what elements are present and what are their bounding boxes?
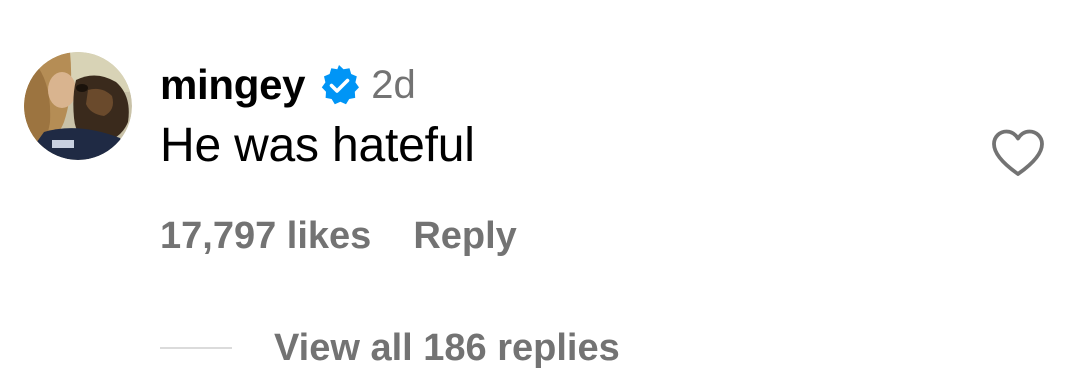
timestamp[interactable]: 2d (371, 63, 416, 108)
likes-count-link[interactable]: 17,797 likes (160, 215, 371, 258)
verified-badge-icon (317, 63, 361, 107)
comment-meta: 17,797 likes Reply (160, 212, 517, 260)
view-replies-button[interactable]: View all 186 replies (274, 327, 620, 370)
comment: mingey 2d He was hateful 17,797 likes Re… (0, 0, 1092, 381)
comment-header: mingey 2d (160, 58, 416, 112)
view-replies-row[interactable]: View all 186 replies (160, 322, 620, 374)
reply-button[interactable]: Reply (413, 215, 516, 258)
comment-text: He was hateful (160, 119, 475, 172)
username-link[interactable]: mingey (160, 61, 306, 109)
heart-outline-icon[interactable] (990, 128, 1046, 178)
replies-divider (160, 347, 232, 349)
avatar[interactable] (24, 52, 132, 160)
